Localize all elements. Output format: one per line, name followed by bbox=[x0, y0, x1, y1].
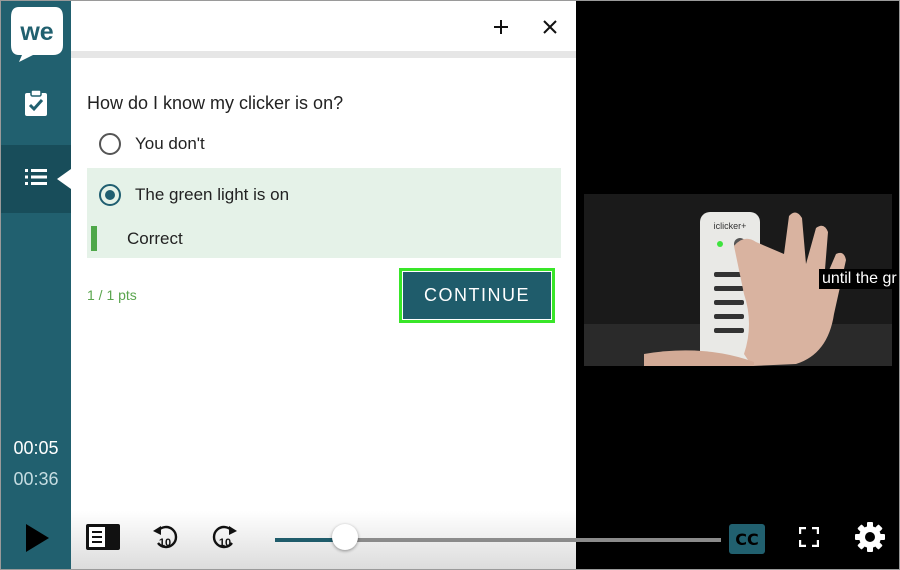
video-caption: until the gr bbox=[819, 269, 899, 289]
total-time: 00:36 bbox=[13, 469, 59, 489]
outline-nav-button[interactable] bbox=[1, 145, 71, 213]
forward-icon: 10 bbox=[210, 521, 240, 556]
quiz-panel: How do I know my clicker is on? You don'… bbox=[71, 1, 576, 511]
fullscreen-button[interactable] bbox=[795, 525, 823, 553]
logo-text: we bbox=[19, 18, 53, 46]
plus-icon[interactable] bbox=[487, 13, 515, 41]
close-icon[interactable] bbox=[536, 13, 564, 41]
closed-captions-button[interactable]: CC bbox=[729, 524, 765, 554]
player-controls: 10 10 CC bbox=[1, 511, 899, 569]
question-text: How do I know my clicker is on? bbox=[87, 93, 344, 113]
forward-10-button[interactable]: 10 bbox=[209, 522, 241, 554]
progress-thumb[interactable] bbox=[331, 524, 358, 550]
feedback-bar bbox=[91, 226, 97, 251]
rewind-10-button[interactable]: 10 bbox=[149, 522, 181, 554]
points-score: 1 / 1 pts bbox=[87, 287, 137, 303]
gear-icon bbox=[854, 521, 886, 558]
transcript-button[interactable] bbox=[83, 523, 123, 555]
current-time: 00:05 bbox=[13, 438, 59, 458]
answer-option-a[interactable]: You don't bbox=[87, 126, 560, 162]
we-logo: we bbox=[9, 5, 65, 63]
settings-button[interactable] bbox=[853, 521, 887, 558]
answer-feedback: Correct bbox=[91, 226, 183, 251]
fullscreen-icon bbox=[798, 526, 820, 552]
panel-divider bbox=[71, 51, 576, 58]
active-pointer bbox=[57, 169, 71, 189]
forward-label: 10 bbox=[219, 537, 231, 549]
transcript-icon bbox=[86, 523, 120, 555]
list-icon bbox=[25, 168, 47, 191]
player-frame: we 00:05 00:36 iclicker+ until the gr Ho… bbox=[0, 0, 900, 570]
quiz-nav-button[interactable] bbox=[1, 77, 71, 133]
play-icon bbox=[24, 523, 50, 558]
device-label: iclicker+ bbox=[714, 221, 747, 231]
panel-header bbox=[71, 1, 576, 51]
rewind-icon: 10 bbox=[150, 521, 180, 556]
play-button[interactable] bbox=[15, 521, 59, 559]
radio-button[interactable] bbox=[99, 133, 121, 155]
continue-button[interactable]: CONTINUE bbox=[399, 268, 555, 323]
feedback-text: Correct bbox=[127, 228, 183, 248]
radio-button-checked[interactable] bbox=[99, 184, 121, 206]
answer-label: You don't bbox=[135, 134, 205, 153]
answer-option-b[interactable]: The green light is on bbox=[87, 177, 560, 213]
answer-label: The green light is on bbox=[135, 185, 290, 204]
clipboard-check-icon bbox=[24, 88, 48, 122]
sidebar: we 00:05 00:36 bbox=[1, 1, 71, 569]
rewind-label: 10 bbox=[159, 537, 171, 549]
